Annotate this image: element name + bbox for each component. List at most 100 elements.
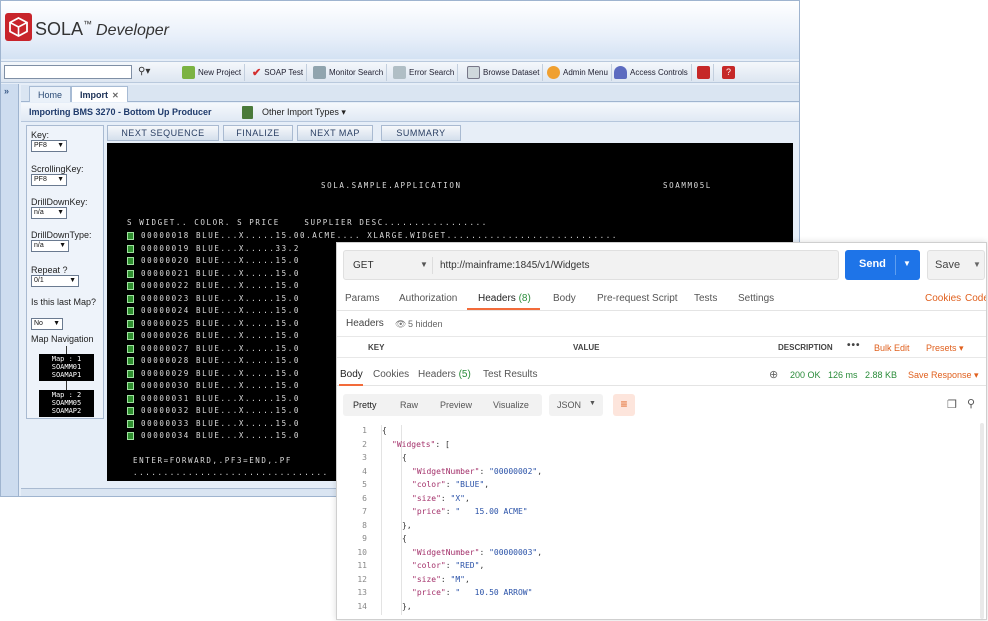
map-node-1[interactable]: Map : 1 SOAMM01 SOAMAP1 (39, 354, 94, 381)
json-response-body[interactable]: 1{2 "Widgets": [3{4 "WidgetNumber": "00000… (337, 423, 977, 619)
row-select-marker[interactable] (127, 394, 134, 403)
response-tab-headers[interactable]: Headers (5) (418, 369, 471, 380)
chevron-down-icon[interactable]: ▼ (973, 260, 981, 269)
row-select-marker[interactable] (127, 357, 134, 365)
soap-test-button[interactable]: ✔ SOAP Test (249, 64, 308, 81)
row-select-marker[interactable] (127, 257, 134, 265)
access-controls-button[interactable]: Access Controls (611, 64, 692, 81)
soap-test-label: SOAP Test (264, 68, 304, 77)
key-select[interactable]: PF8 ▼ (31, 140, 67, 152)
row-select-marker[interactable] (127, 282, 134, 290)
collapsed-side-panel[interactable]: » (1, 84, 19, 496)
wrap-lines-icon[interactable]: ≡ (613, 394, 635, 416)
drilldown-key-select[interactable]: n/a ▼ (31, 207, 67, 219)
more-options-icon[interactable]: ••• (847, 340, 861, 351)
view-preview[interactable]: Preview (440, 400, 472, 410)
json-punctuation: { (402, 453, 407, 462)
scrolling-key-select[interactable]: PF8 ▼ (31, 174, 67, 186)
save-response-dropdown[interactable]: Save Response ▾ (908, 370, 979, 381)
row-select-marker[interactable] (127, 419, 134, 428)
description-column-header: DESCRIPTION (778, 343, 833, 352)
hidden-headers-toggle[interactable]: 5 hidden (408, 319, 443, 329)
browse-dataset-button[interactable]: Browse Dataset (464, 64, 544, 81)
toolbar-search-input[interactable] (4, 65, 132, 79)
row-select-marker[interactable] (127, 369, 134, 378)
bulk-edit-link[interactable]: Bulk Edit (874, 343, 910, 353)
chevron-down-icon[interactable]: ▼ (420, 260, 428, 269)
import-header: Importing BMS 3270 - Bottom Up Producer … (21, 103, 799, 122)
presets-dropdown[interactable]: Presets ▾ (926, 343, 964, 354)
view-pretty[interactable]: Pretty (353, 400, 377, 410)
cookies-link[interactable]: Cookies (925, 293, 961, 304)
tab-import[interactable]: Import ✕ (71, 86, 128, 102)
active-tab-indicator (467, 308, 540, 310)
terminal-row: 00000025 BLUE...X.....15.0 (141, 318, 300, 328)
expand-icon[interactable]: » (4, 86, 9, 96)
search-dropdown-icon[interactable]: ⚲▾ (138, 66, 150, 77)
monitor-search-button[interactable]: Monitor Search (310, 64, 388, 81)
last-map-select[interactable]: No ▼ (31, 318, 63, 330)
tab-authorization[interactable]: Authorization (399, 293, 457, 304)
row-select-marker[interactable] (127, 344, 134, 353)
map-node-2[interactable]: Map : 2 SOAMM05 SOAMAP2 (39, 390, 94, 417)
code-link[interactable]: Code (965, 293, 986, 304)
terminal-row: 00000032 BLUE...X.....15.0 (141, 406, 300, 415)
response-tab-body[interactable]: Body (340, 369, 363, 380)
row-select-marker[interactable] (127, 244, 134, 253)
send-button[interactable]: Send ▼ (845, 250, 920, 280)
terminal-row: 00000022 BLUE...X.....15.0 (141, 281, 300, 290)
response-scrollbar[interactable] (978, 423, 986, 619)
next-sequence-button[interactable]: NEXT SEQUENCE (107, 125, 219, 141)
code-text: }, (402, 521, 412, 530)
headers-count: (8) (518, 293, 531, 304)
url-input[interactable]: http://mainframe:1845/v1/Widgets (440, 260, 590, 271)
response-tab-cookies[interactable]: Cookies (373, 369, 409, 380)
format-select[interactable]: JSON ▼ (549, 394, 603, 416)
tab-pre-request-script[interactable]: Pre-request Script (597, 293, 678, 304)
sola-logo-icon (5, 13, 32, 41)
tab-settings[interactable]: Settings (738, 293, 774, 304)
row-select-marker[interactable] (127, 294, 134, 303)
chevron-down-icon[interactable]: ▼ (903, 259, 911, 268)
drilldown-type-select[interactable]: n/a ▼ (31, 240, 69, 252)
row-select-marker[interactable] (127, 332, 134, 340)
row-select-marker[interactable] (127, 232, 134, 240)
globe-icon[interactable]: ⊕ (769, 368, 778, 381)
scrollbar-thumb[interactable] (980, 423, 984, 619)
row-select-marker[interactable] (127, 307, 134, 315)
row-select-marker[interactable] (127, 407, 134, 415)
tab-headers[interactable]: Headers (8) (478, 293, 531, 304)
error-search-button[interactable]: Error Search (390, 64, 459, 81)
summary-button[interactable]: SUMMARY (381, 125, 461, 141)
map-1-name: SOAMM01 (51, 363, 82, 371)
save-button[interactable]: Save ▼ (927, 250, 985, 280)
eye-icon[interactable]: 👁 (395, 319, 406, 330)
new-project-button[interactable]: New Project (179, 64, 246, 81)
row-select-marker[interactable] (127, 432, 134, 440)
finalize-button[interactable]: FINALIZE (223, 125, 293, 141)
repeat-select[interactable]: 0/1 ▼ (31, 275, 79, 287)
response-tab-test-results[interactable]: Test Results (483, 369, 537, 380)
tab-tests[interactable]: Tests (694, 293, 717, 304)
tab-body[interactable]: Body (553, 293, 576, 304)
admin-menu-button[interactable]: Admin Menu (544, 64, 612, 81)
close-icon[interactable]: ✕ (112, 91, 119, 100)
method-select[interactable]: GET (353, 260, 374, 271)
row-select-marker[interactable] (127, 269, 134, 278)
view-raw[interactable]: Raw (400, 400, 418, 410)
help-button[interactable]: ? (719, 64, 738, 81)
tab-home[interactable]: Home (29, 86, 72, 102)
search-icon[interactable]: ⚲ (967, 397, 975, 410)
view-visualize[interactable]: Visualize (493, 400, 529, 410)
row-select-marker[interactable] (127, 382, 134, 390)
response-view-bar: Pretty Raw Preview Visualize JSON ▼ ≡ ❐ … (337, 391, 986, 417)
other-import-types-menu[interactable]: Other Import Types ▾ (262, 107, 346, 118)
copy-icon[interactable]: ❐ (947, 398, 957, 411)
tab-params[interactable]: Params (345, 293, 379, 304)
row-select-marker[interactable] (127, 319, 134, 328)
sola-shortcut-button[interactable] (694, 64, 714, 81)
json-key: "size" (412, 493, 441, 503)
next-map-button[interactable]: NEXT MAP (297, 125, 373, 141)
gear-icon (547, 66, 560, 79)
json-key: "color" (412, 480, 446, 489)
